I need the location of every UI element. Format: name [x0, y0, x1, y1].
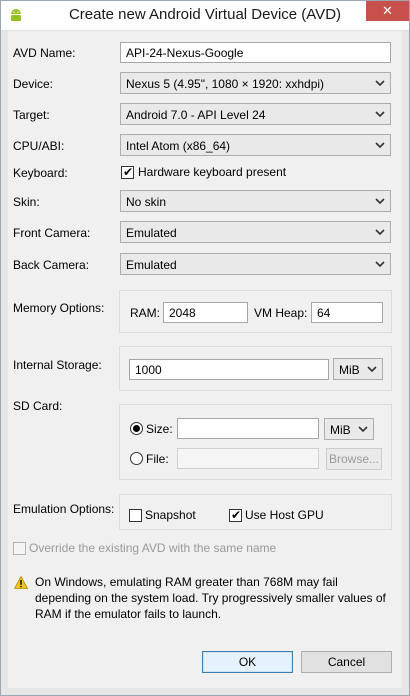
back-camera-dropdown[interactable]: Emulated [120, 253, 391, 275]
skin-value: No skin [126, 195, 167, 209]
vm-heap-input[interactable] [311, 302, 383, 323]
chevron-down-icon [367, 366, 377, 373]
warning-triangle-icon [13, 575, 29, 589]
internal-storage-unit-dropdown[interactable]: MiB [333, 358, 383, 380]
cpu-abi-value: Intel Atom (x86_64) [126, 139, 231, 153]
browse-button[interactable]: Browse... [326, 448, 382, 470]
chevron-down-icon [375, 229, 385, 236]
close-button[interactable]: ✕ [366, 1, 409, 21]
front-camera-label: Front Camera: [13, 226, 91, 240]
sd-file-radio[interactable] [130, 452, 143, 465]
cpu-abi-label: CPU/ABI: [13, 139, 65, 153]
internal-storage-input[interactable] [129, 359, 329, 380]
target-value: Android 7.0 - API Level 24 [126, 108, 266, 122]
sd-size-radio[interactable] [130, 422, 143, 435]
chevron-down-icon [375, 198, 385, 205]
hardware-keyboard-label[interactable]: Hardware keyboard present [138, 165, 286, 179]
chevron-down-icon [375, 261, 385, 268]
override-avd-checkbox[interactable] [13, 542, 26, 555]
ram-input[interactable] [163, 302, 248, 323]
sd-size-label[interactable]: Size: [146, 422, 173, 436]
internal-storage-label: Internal Storage: [13, 358, 102, 372]
use-host-gpu-checkbox[interactable]: ✔ [229, 509, 242, 522]
sd-size-input[interactable] [177, 418, 319, 439]
use-host-gpu-label[interactable]: Use Host GPU [245, 508, 324, 522]
sd-card-label: SD Card: [13, 399, 63, 413]
checkmark-icon: ✔ [231, 508, 242, 522]
snapshot-label[interactable]: Snapshot [145, 508, 196, 522]
sd-size-unit-value: MiB [330, 423, 351, 437]
snapshot-checkbox[interactable] [129, 509, 142, 522]
radio-selected-dot [133, 425, 140, 432]
front-camera-value: Emulated [126, 226, 177, 240]
hardware-keyboard-checkbox[interactable]: ✔ [121, 166, 134, 179]
front-camera-dropdown[interactable]: Emulated [120, 221, 391, 243]
sd-size-unit-dropdown[interactable]: MiB [324, 418, 374, 440]
sd-file-label[interactable]: File: [146, 452, 169, 466]
chevron-down-icon [358, 426, 368, 433]
back-camera-value: Emulated [126, 258, 177, 272]
keyboard-label: Keyboard: [13, 166, 68, 180]
override-avd-label[interactable]: Override the existing AVD with the same … [29, 541, 276, 555]
chevron-down-icon [375, 111, 385, 118]
skin-label: Skin: [13, 195, 40, 209]
ok-button[interactable]: OK [202, 651, 293, 673]
internal-storage-unit-value: MiB [339, 363, 360, 377]
window-title: Create new Android Virtual Device (AVD) [68, 6, 342, 23]
chevron-down-icon [375, 142, 385, 149]
device-label: Device: [13, 77, 54, 91]
ram-warning-message: On Windows, emulating RAM greater than 7… [35, 575, 386, 621]
memory-options-label: Memory Options: [13, 301, 105, 315]
skin-dropdown[interactable]: No skin [120, 190, 391, 212]
device-dropdown[interactable]: Nexus 5 (4.95", 1080 × 1920: xxhdpi) [120, 72, 391, 94]
chevron-down-icon [375, 80, 385, 87]
target-dropdown[interactable]: Android 7.0 - API Level 24 [120, 103, 391, 125]
checkmark-icon: ✔ [123, 165, 134, 179]
sd-file-input[interactable] [177, 448, 319, 469]
device-value: Nexus 5 (4.95", 1080 × 1920: xxhdpi) [126, 77, 325, 91]
target-label: Target: [13, 108, 50, 122]
emulation-options-label: Emulation Options: [13, 502, 115, 516]
ram-label: RAM: [130, 306, 160, 320]
back-camera-label: Back Camera: [13, 258, 90, 272]
cpu-abi-dropdown[interactable]: Intel Atom (x86_64) [120, 134, 391, 156]
vm-heap-label: VM Heap: [254, 306, 308, 320]
avd-name-input[interactable] [120, 42, 391, 63]
avd-name-label: AVD Name: [13, 46, 76, 60]
close-icon: ✕ [382, 3, 393, 18]
cancel-button[interactable]: Cancel [301, 651, 392, 673]
